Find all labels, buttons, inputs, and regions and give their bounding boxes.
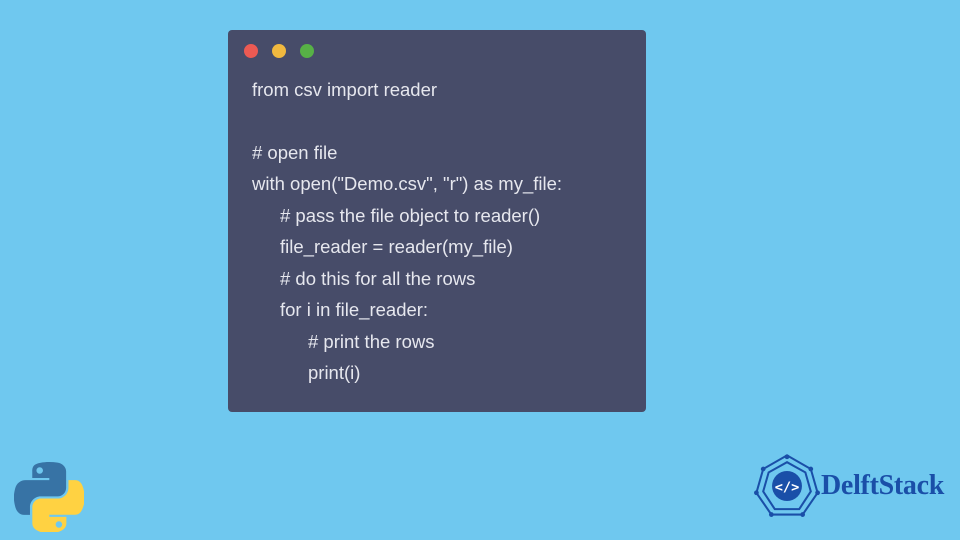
python-logo-icon bbox=[14, 462, 84, 532]
code-line: for i in file_reader: bbox=[252, 294, 622, 325]
code-line: print(i) bbox=[252, 357, 622, 388]
delftstack-brand: </> DelftStack bbox=[753, 452, 944, 520]
code-line: # print the rows bbox=[252, 326, 622, 357]
close-icon bbox=[244, 44, 258, 58]
delftstack-logo-icon: </> bbox=[753, 452, 821, 520]
maximize-icon bbox=[300, 44, 314, 58]
minimize-icon bbox=[272, 44, 286, 58]
window-titlebar bbox=[228, 30, 646, 68]
code-line: with open("Demo.csv", "r") as my_file: bbox=[252, 168, 622, 199]
code-window: from csv import reader # open filewith o… bbox=[228, 30, 646, 412]
code-line: file_reader = reader(my_file) bbox=[252, 231, 622, 262]
code-line: from csv import reader bbox=[252, 74, 622, 105]
code-body: from csv import reader # open filewith o… bbox=[228, 68, 646, 394]
code-line bbox=[252, 105, 622, 136]
code-line: # do this for all the rows bbox=[252, 263, 622, 294]
svg-text:</>: </> bbox=[775, 479, 800, 495]
code-line: # open file bbox=[252, 137, 622, 168]
code-line: # pass the file object to reader() bbox=[252, 200, 622, 231]
delftstack-brand-text: DelftStack bbox=[821, 470, 944, 502]
